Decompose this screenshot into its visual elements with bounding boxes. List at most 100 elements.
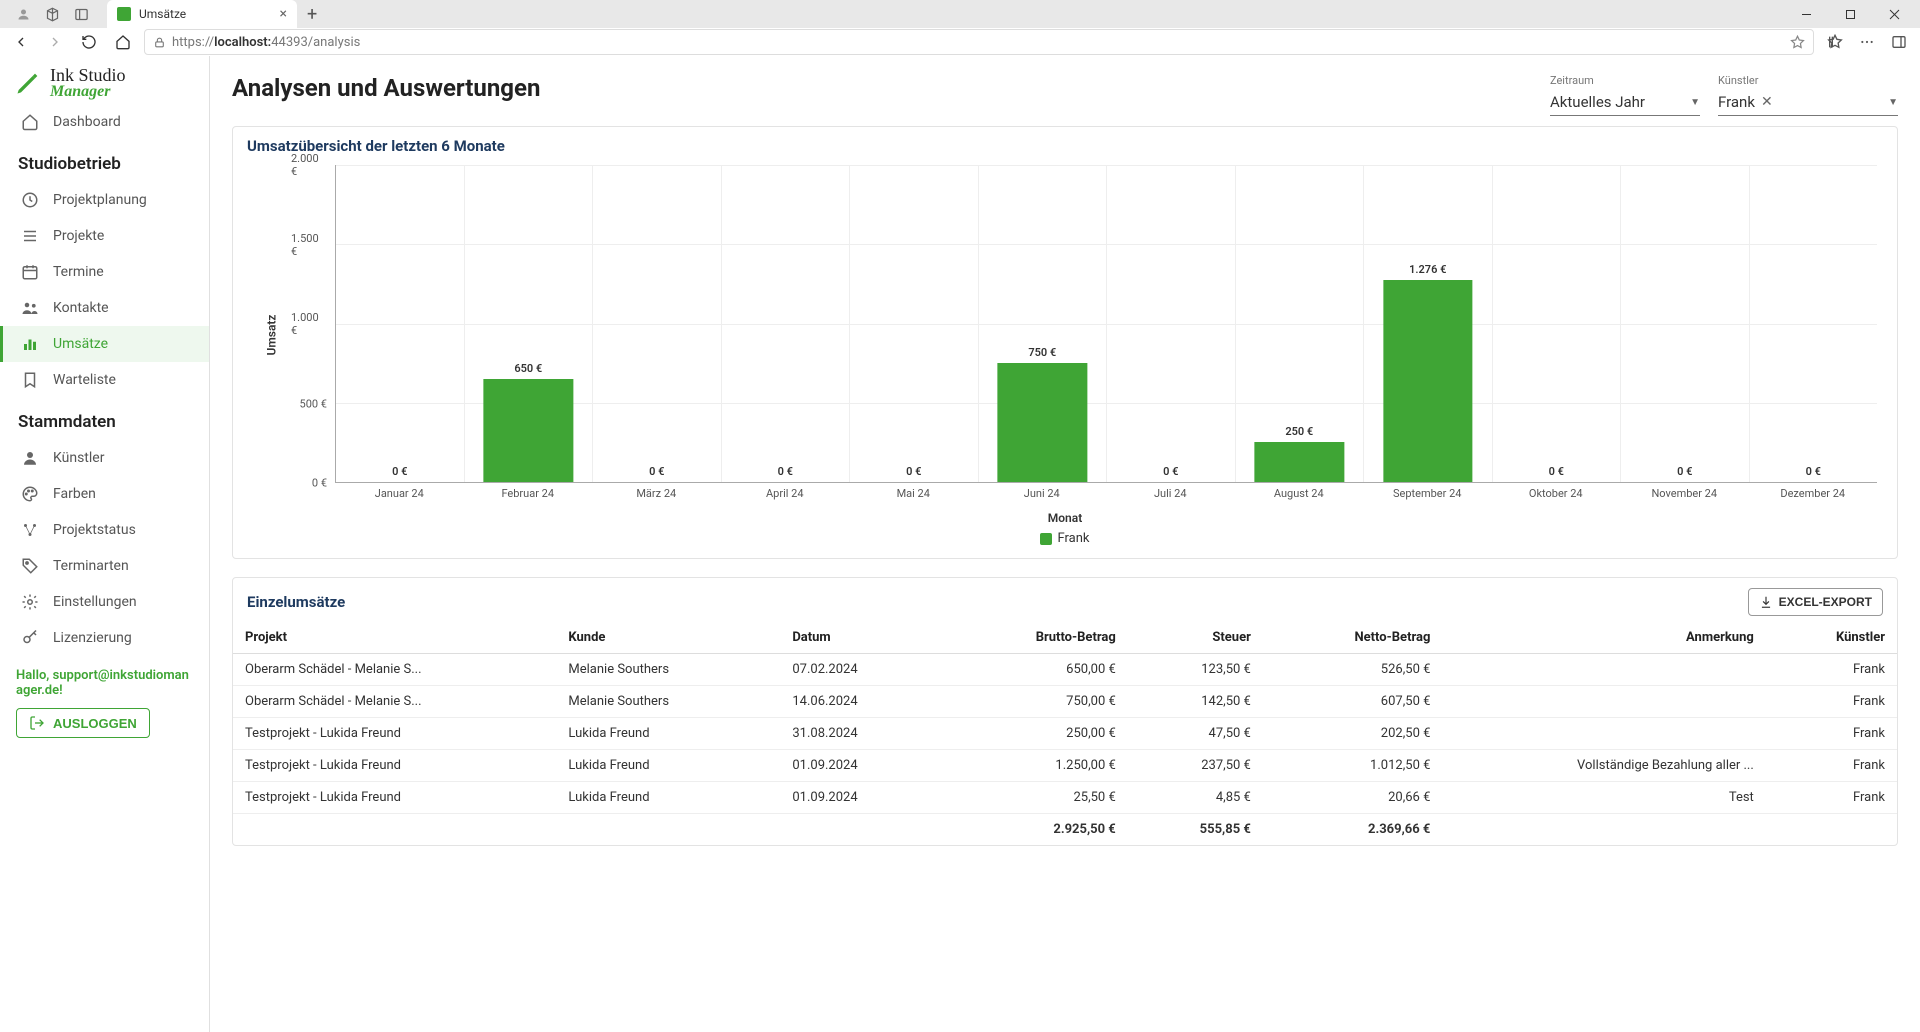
back-button[interactable] [8, 29, 34, 55]
table-cell: Test [1442, 782, 1765, 814]
nav-icon [21, 299, 39, 317]
table-cell: 4,85 € [1128, 782, 1263, 814]
sidebar-item-projekte[interactable]: Projekte [0, 218, 209, 254]
table-footer-cell [1766, 814, 1897, 846]
bar-value-label: 1.276 € [1409, 263, 1446, 276]
table-header[interactable]: Projekt [233, 622, 556, 654]
sidebar-item-farben[interactable]: Farben [0, 476, 209, 512]
x-tick: April 24 [721, 483, 850, 505]
table-cell: Testprojekt - Lukida Freund [233, 750, 556, 782]
favorites-icon[interactable] [1822, 29, 1848, 55]
data-table: ProjektKundeDatumBrutto-BetragSteuerNett… [233, 622, 1897, 845]
sidebar-item-termine[interactable]: Termine [0, 254, 209, 290]
table-cell: 1.012,50 € [1263, 750, 1443, 782]
sidebar-item-terminarten[interactable]: Terminarten [0, 548, 209, 584]
table-row[interactable]: Testprojekt - Lukida FreundLukida Freund… [233, 782, 1897, 814]
bar-value-label: 250 € [1285, 425, 1313, 438]
table-header[interactable]: Anmerkung [1442, 622, 1765, 654]
table-cell [1442, 654, 1765, 686]
filter-zeitraum[interactable]: Zeitraum Aktuelles Jahr ▼ [1550, 74, 1700, 116]
bar[interactable] [484, 379, 573, 482]
window-minimize-button[interactable] [1784, 0, 1828, 28]
table-header[interactable]: Brutto-Betrag [941, 622, 1128, 654]
cube-icon[interactable] [45, 7, 60, 22]
table-footer-cell [233, 814, 556, 846]
star-icon[interactable] [1790, 35, 1805, 50]
table-row[interactable]: Testprojekt - Lukida FreundLukida Freund… [233, 718, 1897, 750]
sidebar-item-lizenzierung[interactable]: Lizenzierung [0, 620, 209, 656]
clear-icon[interactable]: ✕ [1761, 94, 1773, 110]
x-tick: Februar 24 [464, 483, 593, 505]
table-footer-cell: 2.925,50 € [941, 814, 1128, 846]
window-close-button[interactable] [1872, 0, 1916, 28]
more-icon[interactable] [1854, 29, 1880, 55]
sidebar-item-umsätze[interactable]: Umsätze [0, 326, 209, 362]
table-cell: 25,50 € [941, 782, 1128, 814]
home-button[interactable] [110, 29, 136, 55]
sidebar-item-einstellungen[interactable]: Einstellungen [0, 584, 209, 620]
table-header[interactable]: Datum [780, 622, 940, 654]
table-cell: Lukida Freund [556, 750, 780, 782]
x-tick: März 24 [592, 483, 721, 505]
sidebar-item-projektplanung[interactable]: Projektplanung [0, 182, 209, 218]
table-footer-cell [1442, 814, 1765, 846]
profile-icon[interactable] [16, 7, 31, 22]
table-header[interactable]: Steuer [1128, 622, 1263, 654]
table-header[interactable]: Kunde [556, 622, 780, 654]
sidebar-toggle-icon[interactable] [1886, 29, 1912, 55]
sidebar-item-dashboard[interactable]: Dashboard [0, 104, 209, 140]
bar[interactable] [998, 363, 1087, 482]
y-tick: 2.000 € [291, 152, 327, 178]
table-cell: Frank [1766, 782, 1897, 814]
browser-tab[interactable]: Umsätze × [107, 0, 297, 28]
x-tick: Januar 24 [335, 483, 464, 505]
panel-icon[interactable] [74, 7, 89, 22]
table-cell: 650,00 € [941, 654, 1128, 686]
excel-export-button[interactable]: EXCEL-EXPORT [1748, 588, 1883, 616]
chart-legend: Frank [247, 525, 1883, 548]
excel-export-label: EXCEL-EXPORT [1779, 595, 1872, 609]
table-header[interactable]: Künstler [1766, 622, 1897, 654]
logo-line2: Manager [50, 84, 126, 100]
reload-button[interactable] [76, 29, 102, 55]
nav-icon [21, 521, 39, 539]
filter-kuenstler-label: Künstler [1718, 74, 1898, 87]
table-row[interactable]: Testprojekt - Lukida FreundLukida Freund… [233, 750, 1897, 782]
table-cell: Oberarm Schädel - Melanie S... [233, 686, 556, 718]
table-footer-cell [556, 814, 780, 846]
logout-button[interactable]: AUSLOGGEN [16, 708, 150, 738]
new-tab-button[interactable]: + [297, 4, 327, 25]
nav-icon [21, 593, 39, 611]
legend-label: Frank [1057, 531, 1089, 546]
table-cell: 123,50 € [1128, 654, 1263, 686]
bar-value-label: 0 € [1806, 465, 1821, 478]
table-row[interactable]: Oberarm Schädel - Melanie S...Melanie So… [233, 654, 1897, 686]
table-cell: Testprojekt - Lukida Freund [233, 782, 556, 814]
bar-cell: 0 € [336, 165, 465, 482]
x-tick: Mai 24 [849, 483, 978, 505]
logo[interactable]: Ink Studio Manager [0, 56, 209, 104]
sidebar-item-künstler[interactable]: Künstler [0, 440, 209, 476]
sidebar-item-label: Projektstatus [53, 522, 136, 538]
sidebar-item-warteliste[interactable]: Warteliste [0, 362, 209, 398]
sidebar-item-projektstatus[interactable]: Projektstatus [0, 512, 209, 548]
table-row[interactable]: Oberarm Schädel - Melanie S...Melanie So… [233, 686, 1897, 718]
window-maximize-button[interactable] [1828, 0, 1872, 28]
bar[interactable] [1383, 280, 1472, 482]
nav-icon [21, 191, 39, 209]
table-header[interactable]: Netto-Betrag [1263, 622, 1443, 654]
tab-close-icon[interactable]: × [280, 6, 287, 22]
nav-icon [21, 449, 39, 467]
filter-kuenstler[interactable]: Künstler Frank ✕ ▼ [1718, 74, 1898, 116]
forward-button [42, 29, 68, 55]
table-cell: Vollständige Bezahlung aller ... [1442, 750, 1765, 782]
table-cell: Frank [1766, 686, 1897, 718]
filter-zeitraum-label: Zeitraum [1550, 74, 1700, 87]
sidebar-item-kontakte[interactable]: Kontakte [0, 290, 209, 326]
filter-kuenstler-value: Frank [1718, 93, 1755, 111]
address-bar[interactable]: https://localhost:44393/analysis [144, 29, 1814, 55]
table-cell: 01.09.2024 [780, 750, 940, 782]
y-axis-label: Umsatz [265, 314, 279, 355]
bar[interactable] [1255, 442, 1344, 482]
tab-favicon [117, 7, 131, 21]
